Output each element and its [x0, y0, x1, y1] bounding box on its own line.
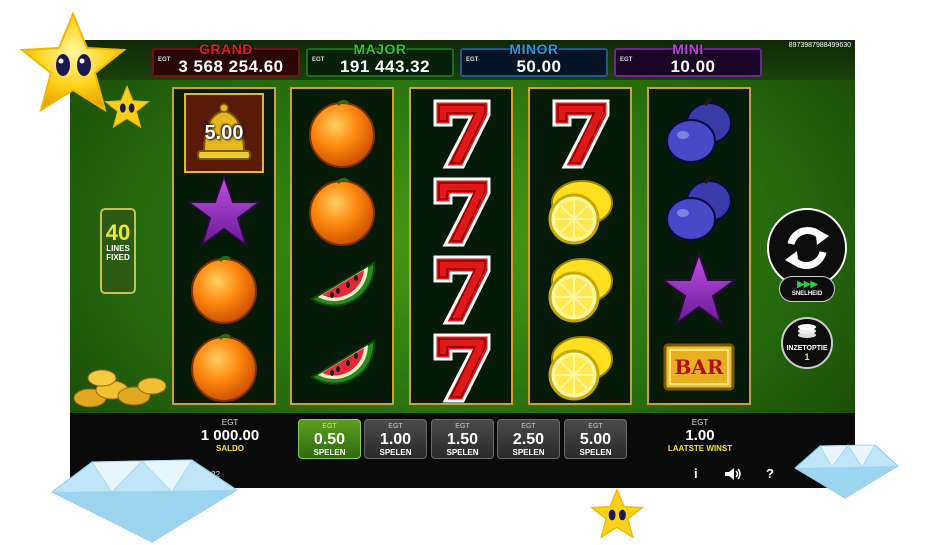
reel-1: 5.00 [172, 87, 276, 405]
jackpot-value: 3 568 254.60 [178, 57, 284, 76]
coin-stack-icon [798, 324, 816, 338]
jackpot-egt: EGT [466, 57, 479, 63]
seven-icon [423, 173, 499, 249]
reel-4 [528, 87, 632, 405]
jackpot-grand: GRAND EGT 3 568 254.60 [152, 41, 300, 77]
bet-option-button[interactable]: INZETOPTIE 1 [781, 317, 833, 369]
bet-label: SPELEN [313, 448, 346, 457]
jackpot-egt: EGT [158, 57, 171, 63]
bet-egt: EGT [322, 423, 337, 430]
bar-symbol-text: BAR [674, 355, 724, 379]
bet-label: SPELEN [446, 448, 479, 457]
bet-egt: EGT [388, 423, 403, 430]
jackpot-mini: MINI EGT 10.00 [614, 41, 762, 77]
bet-value: 1.50 [446, 431, 479, 448]
reel-5: BAR [647, 87, 751, 405]
last-win-label: LAATSTE WINST [667, 444, 733, 453]
star-icon [659, 250, 739, 327]
orange-icon [186, 251, 262, 327]
jackpot-value: 10.00 [670, 57, 716, 76]
lemon-icon [542, 173, 618, 249]
reel-2 [290, 87, 394, 405]
bet-button-2.50[interactable]: EGT 2.50 SPELEN [497, 419, 560, 459]
bet-option-value: 1 [804, 352, 810, 362]
help-icon[interactable]: ? [766, 466, 774, 481]
jackpot-minor: MINOR EGT 50.00 [460, 41, 608, 77]
bet-button-1.00[interactable]: EGT 1.00 SPELEN [364, 419, 427, 459]
jackpot-value: 191 443.32 [339, 57, 431, 76]
jackpot-label: MAJOR [353, 41, 407, 57]
bet-label: SPELEN [512, 448, 545, 457]
bet-value: 2.50 [512, 431, 545, 448]
balance-display: EGT 1 000.00 SALDO [180, 418, 280, 453]
bet-value: 5.00 [579, 431, 612, 448]
lines-label: LINES [106, 244, 130, 253]
bet-button-0.50[interactable]: EGT 0.50 SPELEN [298, 419, 361, 459]
bet-button-1.50[interactable]: EGT 1.50 SPELEN [431, 419, 494, 459]
speed-button[interactable]: ▶▶▶ SNELHEID [779, 276, 835, 302]
jackpot-label: MINOR [509, 41, 559, 57]
speed-label: SNELHEID [791, 291, 823, 297]
star-mascot-small-icon [104, 85, 150, 129]
diamond-left-icon [51, 459, 238, 543]
orange-icon [304, 173, 380, 249]
fixed-label: FIXED [106, 253, 130, 262]
plum-icon [661, 95, 737, 171]
seven-icon [423, 251, 499, 327]
bet-button-5.00[interactable]: EGT 5.00 SPELEN [564, 419, 627, 459]
bet-value: 1.00 [379, 431, 412, 448]
bet-egt: EGT [521, 423, 536, 430]
info-icon[interactable]: i [694, 466, 698, 481]
bet-label: SPELEN [379, 448, 412, 457]
orange-icon [186, 329, 262, 405]
last-win-display: EGT 1.00 LAATSTE WINST [645, 418, 755, 453]
orange-icon [304, 95, 380, 171]
gold-coins-icon [73, 369, 167, 408]
jackpot-egt: EGT [620, 57, 633, 63]
lemon-icon [542, 329, 618, 405]
bell-value: 5.00 [204, 122, 244, 144]
seven-icon [423, 329, 499, 405]
fast-forward-icon: ▶▶▶ [796, 279, 818, 290]
diamond-right-icon [794, 444, 899, 499]
bet-egt: EGT [455, 423, 470, 430]
jackpot-egt: EGT [312, 57, 325, 63]
bet-option-label: INZETOPTIE [786, 345, 828, 352]
jackpot-major: MAJOR EGT 191 443.32 [306, 41, 454, 77]
last-win-value: 1.00 [685, 427, 715, 444]
ticker-text: 8973987988499630 [788, 42, 851, 49]
watermelon-icon [304, 251, 380, 327]
spin-arrows-icon [785, 227, 829, 269]
lines-count: 40 [105, 220, 131, 245]
last-win-egt: EGT [691, 418, 709, 427]
star-mascot-bottom-icon [590, 488, 644, 539]
balance-value: 1 000.00 [200, 427, 260, 444]
speaker-icon[interactable] [724, 467, 742, 481]
bar-icon: BAR [661, 329, 737, 405]
lines-fixed-panel: 40 LINES FIXED [100, 208, 136, 294]
seven-icon [423, 95, 499, 171]
plum-icon [661, 173, 737, 249]
game-window: 8973987988499630 GRAND EGT 3 568 254.60 MAJ… [70, 40, 855, 488]
star-icon [184, 172, 264, 249]
bet-value: 0.50 [313, 431, 346, 448]
jackpot-label: MINI [672, 41, 704, 57]
lemon-icon [542, 251, 618, 327]
jackpot-label: GRAND [199, 41, 253, 57]
watermelon-icon [304, 329, 380, 405]
jackpot-value: 50.00 [516, 57, 562, 76]
bell-icon: 5.00 [184, 93, 264, 173]
reel-3 [409, 87, 513, 405]
bet-label: SPELEN [579, 448, 612, 457]
seven-icon [542, 95, 618, 171]
balance-egt: EGT [221, 418, 239, 427]
bet-egt: EGT [588, 423, 603, 430]
